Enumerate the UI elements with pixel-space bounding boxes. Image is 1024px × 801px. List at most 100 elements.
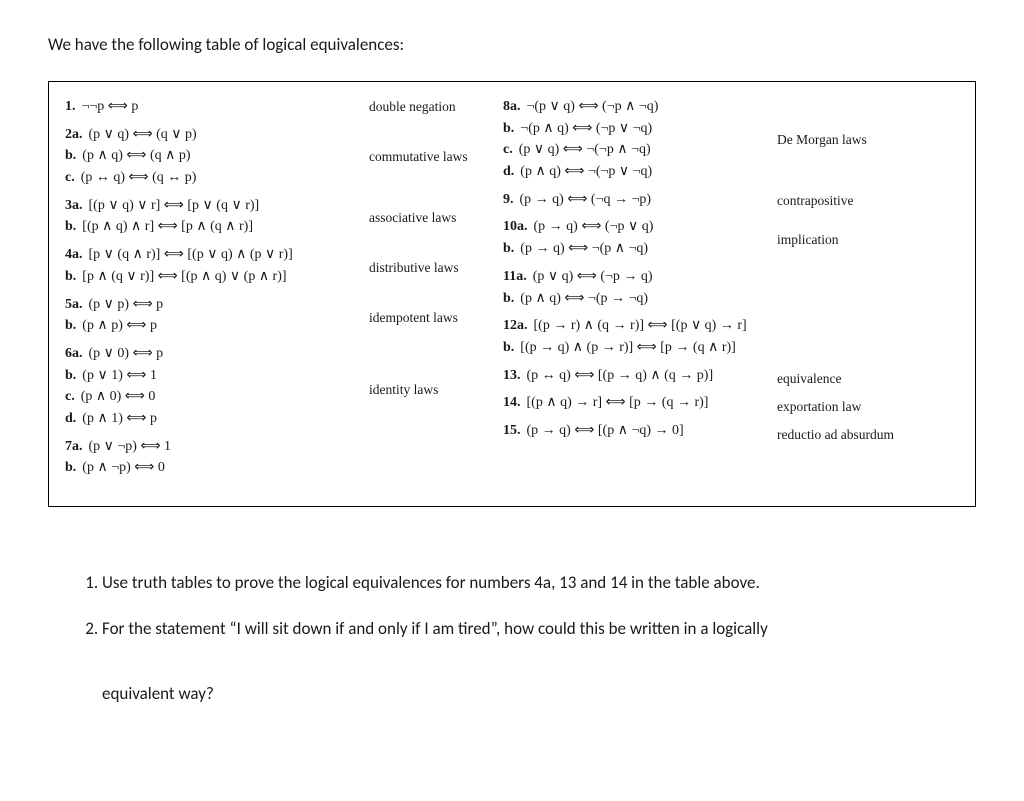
- left-group: 1. ¬¬p ⟺ p: [65, 96, 345, 118]
- row-number: c.: [65, 170, 75, 185]
- row-expression: (p ∧ p) ⟺ p: [82, 318, 157, 333]
- row-expression: [p ∧ (q ∨ r)] ⟺ [(p ∧ q) ∨ (p ∧ r)]: [82, 269, 286, 284]
- row-expression: (p → q) ⟺ [(p ∧ ¬q) → 0]: [527, 423, 684, 438]
- formula-row: 13.(p ↔ q) ⟺ [(p → q) ∧ (q → p)]: [503, 365, 753, 387]
- right-formula-column: 8a. ¬(p ∨ q) ⟺ (¬p ∧ ¬q) b. ¬(p ∧ q) ⟺ (¬p …: [503, 96, 753, 490]
- row-expression: (p ∨ ¬p) ⟺ 1: [89, 439, 172, 454]
- right-group: 12a. [(p → r) ∧ (q → r)] ⟺ [(p ∨ q) → r] b…: [503, 315, 753, 358]
- left-group: 5a.(p ∨ p) ⟺ p b. (p ∧ p) ⟺ p: [65, 294, 345, 337]
- formula-row: 6a. (p ∨ 0) ⟺ p: [65, 343, 345, 365]
- row-number: 4a.: [65, 247, 83, 262]
- formula-row: b.(p ∧ ¬p) ⟺ 0: [65, 457, 345, 479]
- formula-row: 11a.(p ∨ q) ⟺ (¬p → q): [503, 266, 753, 288]
- law-name: associative laws: [369, 196, 479, 240]
- row-number: b.: [65, 318, 76, 333]
- question-1-text: Use truth tables to prove the logical eq…: [102, 572, 760, 593]
- left-group: 4a. [p ∨ (q ∧ r)] ⟺ [(p ∨ q) ∧ (p ∨ r)] b.…: [65, 244, 345, 287]
- formula-row: b. [(p → q) ∧ (p → r)] ⟺ [p → (q ∧ r)]: [503, 337, 753, 359]
- row-number: 3a.: [65, 198, 83, 213]
- formula-row: b.(p ∧ q) ⟺ ¬(p → ¬q): [503, 288, 753, 310]
- law-name: implication: [777, 218, 959, 262]
- row-expression: [(p ∧ q) ∧ r] ⟺ [p ∧ (q ∧ r)]: [82, 219, 253, 234]
- row-number: 1.: [65, 99, 76, 114]
- row-expression: (p ∧ ¬p) ⟺ 0: [82, 460, 165, 475]
- right-group: 10a. (p → q) ⟺ (¬p ∨ q) b. (p → q) ⟺ ¬(p ∧ …: [503, 216, 753, 259]
- formula-row: 10a. (p → q) ⟺ (¬p ∨ q): [503, 216, 753, 238]
- row-expression: (p → q) ⟺ (¬p ∨ q): [534, 219, 654, 234]
- row-number: 7a.: [65, 439, 83, 454]
- row-expression: (p ↔ q) ⟺ [(p → q) ∧ (q → p)]: [527, 368, 714, 383]
- formula-row: c.(p ∨ q) ⟺ ¬(¬p ∧ ¬q): [503, 139, 753, 161]
- row-number: 15.: [503, 423, 521, 438]
- law-name: double negation: [369, 96, 479, 118]
- formula-row: 9. (p → q) ⟺ (¬q → ¬p): [503, 189, 753, 211]
- row-expression: (p ∧ q) ⟺ (q ∧ p): [82, 148, 190, 163]
- row-expression: (p ∧ q) ⟺ ¬(¬p ∨ ¬q): [520, 164, 652, 179]
- row-expression: (p ↔ q) ⟺ (q ↔ p): [81, 170, 197, 185]
- left-group: 2a.(p ∨ q) ⟺ (q ∨ p)b.(p ∧ q) ⟺ (q ∧ p)c…: [65, 124, 345, 189]
- row-expression: (p ∧ 1) ⟺ p: [82, 411, 157, 426]
- formula-row: b. (p ∧ p) ⟺ p: [65, 315, 345, 337]
- equivalence-table: 1.¬¬p ⟺ p2a.(p ∨ q) ⟺ (q ∨ p)b.(p ∧ q) ⟺…: [48, 81, 976, 507]
- formula-row: 5a.(p ∨ p) ⟺ p: [65, 294, 345, 316]
- law-name: idempotent laws: [369, 296, 479, 340]
- law-name: identity laws: [369, 346, 479, 434]
- question-2-line-2: equivalent way?: [102, 683, 214, 704]
- row-number: 12a.: [503, 318, 528, 333]
- formula-row: 3a.[(p ∨ q) ∨ r] ⟺ [p ∨ (q ∨ r)]: [65, 195, 345, 217]
- row-expression: (p → q) ⟺ ¬(p ∧ ¬q): [520, 241, 648, 256]
- row-number: 6a.: [65, 346, 83, 361]
- question-1: Use truth tables to prove the logical eq…: [102, 567, 976, 599]
- formula-row: d.(p ∧ 1) ⟺ p: [65, 408, 345, 430]
- row-number: 8a.: [503, 99, 521, 114]
- row-number: 10a.: [503, 219, 528, 234]
- row-number: 14.: [503, 395, 521, 410]
- left-group: 6a.(p ∨ 0) ⟺ pb.(p ∨ 1) ⟺ 1c.(p ∧ 0) ⟺ 0…: [65, 343, 345, 430]
- right-group: 11a.(p ∨ q) ⟺ (¬p → q)b.(p ∧ q) ⟺ ¬(p → …: [503, 266, 753, 309]
- formula-row: b. [p ∧ (q ∨ r)] ⟺ [(p ∧ q) ∨ (p ∧ r)]: [65, 266, 345, 288]
- row-number: b.: [65, 269, 76, 284]
- left-name-column: double negation commutative laws associati…: [369, 96, 479, 490]
- formula-row: 4a. [p ∨ (q ∧ r)] ⟺ [(p ∨ q) ∧ (p ∨ r)]: [65, 244, 345, 266]
- law-name: distributive laws: [369, 246, 479, 290]
- law-name: [369, 440, 479, 484]
- right-group: 9. (p → q) ⟺ (¬q → ¬p): [503, 189, 753, 211]
- formula-row: c. (p ↔ q) ⟺ (q ↔ p): [65, 167, 345, 189]
- law-name: contrapositive: [777, 190, 959, 212]
- law-name: exportation law: [777, 396, 959, 418]
- row-number: d.: [503, 164, 514, 179]
- row-number: 11a.: [503, 269, 527, 284]
- row-number: b.: [65, 148, 76, 163]
- question-2-line-1: For the statement “I will sit down if an…: [102, 618, 768, 639]
- row-number: b.: [65, 219, 76, 234]
- formula-row: b. [(p ∧ q) ∧ r] ⟺ [p ∧ (q ∧ r)]: [65, 216, 345, 238]
- intro-text: We have the following table of logical e…: [48, 34, 976, 55]
- row-number: b.: [503, 340, 514, 355]
- right-group: 14.[(p ∧ q) → r] ⟺ [p → (q → r)]: [503, 392, 753, 414]
- law-name: [777, 318, 959, 362]
- law-name: equivalence: [777, 368, 959, 390]
- questions: Use truth tables to prove the logical eq…: [48, 567, 976, 710]
- row-number: b.: [503, 241, 514, 256]
- law-name: commutative laws: [369, 124, 479, 190]
- law-name: [777, 268, 959, 312]
- row-expression: ¬¬p ⟺ p: [82, 99, 139, 114]
- row-expression: ¬(p ∧ q) ⟺ (¬p ∨ ¬q): [520, 121, 652, 136]
- formula-row: 1. ¬¬p ⟺ p: [65, 96, 345, 118]
- row-number: 9.: [503, 192, 514, 207]
- row-expression: (p ∨ 0) ⟺ p: [89, 346, 164, 361]
- left-group: 3a.[(p ∨ q) ∨ r] ⟺ [p ∨ (q ∨ r)] b. [(p ∧ …: [65, 195, 345, 238]
- row-expression: (p → q) ⟺ (¬q → ¬p): [520, 192, 652, 207]
- row-expression: [(p → q) ∧ (p → r)] ⟺ [p → (q ∧ r)]: [520, 340, 736, 355]
- row-number: b.: [503, 291, 514, 306]
- right-group: 8a.¬(p ∨ q) ⟺ (¬p ∧ ¬q)b.¬(p ∧ q) ⟺ (¬p …: [503, 96, 753, 183]
- row-expression: [(p → r) ∧ (q → r)] ⟺ [(p ∨ q) → r]: [534, 318, 747, 333]
- formula-row: 8a. ¬(p ∨ q) ⟺ (¬p ∧ ¬q): [503, 96, 753, 118]
- right-group: 15. (p → q) ⟺ [(p ∧ ¬q) → 0]: [503, 420, 753, 442]
- row-expression: ¬(p ∨ q) ⟺ (¬p ∧ ¬q): [527, 99, 659, 114]
- row-expression: [p ∨ (q ∧ r)] ⟺ [(p ∨ q) ∧ (p ∨ r)]: [89, 247, 293, 262]
- formula-row: 15. (p → q) ⟺ [(p ∧ ¬q) → 0]: [503, 420, 753, 442]
- formula-row: b. (p → q) ⟺ ¬(p ∧ ¬q): [503, 238, 753, 260]
- formula-row: b. (p ∧ q) ⟺ (q ∧ p): [65, 145, 345, 167]
- formula-row: 14.[(p ∧ q) → r] ⟺ [p → (q → r)]: [503, 392, 753, 414]
